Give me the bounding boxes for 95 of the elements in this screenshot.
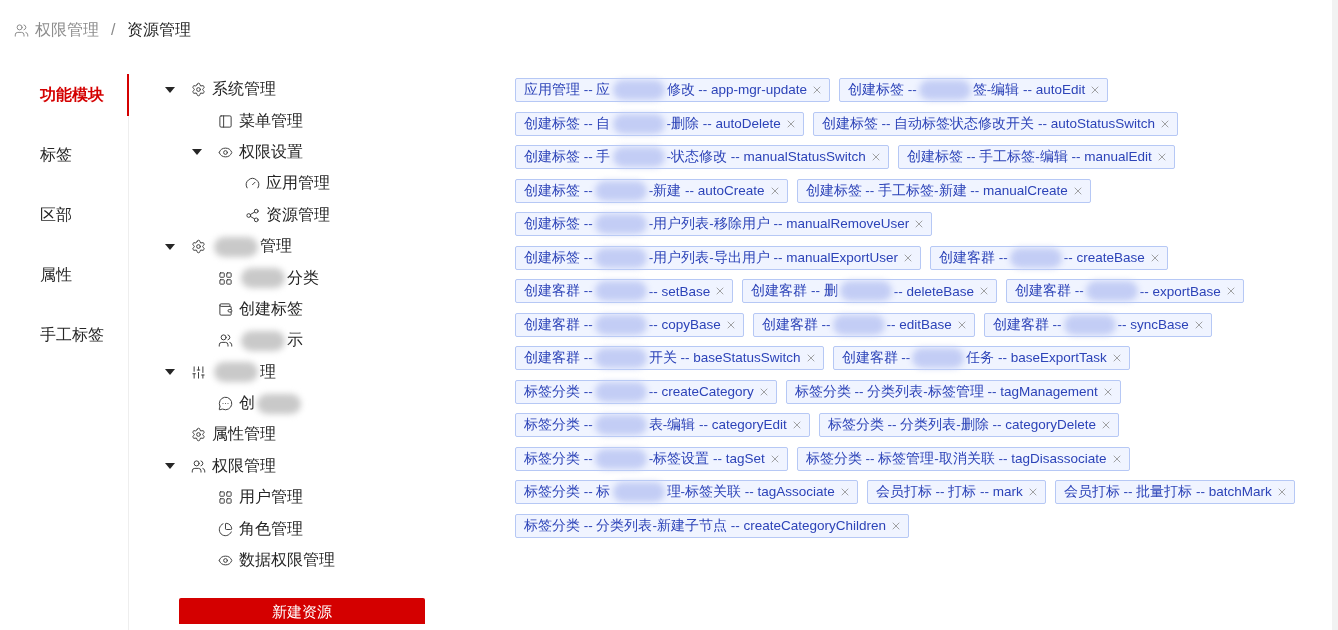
eye-icon bbox=[218, 553, 233, 569]
tag-label: -- exportBase bbox=[1139, 283, 1221, 299]
tag-label: 标签分类 -- 标 bbox=[524, 483, 611, 501]
tree-node-label[interactable]: 创 bbox=[239, 393, 255, 415]
gear-icon bbox=[191, 239, 206, 255]
new-resource-button[interactable]: 新建资源 bbox=[179, 598, 425, 625]
tag-label: -- syncBase bbox=[1117, 317, 1189, 332]
pie-chart-icon bbox=[218, 521, 233, 537]
grid-icon bbox=[218, 490, 233, 506]
tree-node-label[interactable]: 属性管理 bbox=[212, 424, 276, 446]
tag-label: 标签分类 -- 分类列表-新建子节点 -- createCategoryChildren bbox=[524, 516, 887, 535]
caret-icon[interactable] bbox=[192, 148, 202, 157]
tag-label: -- deleteBase bbox=[893, 283, 975, 299]
tree-node-label[interactable]: 管理 bbox=[260, 236, 292, 258]
tree-node-label[interactable]: 创建标签 bbox=[239, 298, 303, 320]
caret-icon[interactable] bbox=[165, 368, 175, 377]
tag-label: 创建客群 -- bbox=[992, 315, 1062, 334]
side-tab[interactable]: 属性 bbox=[0, 254, 129, 296]
tag-label: 表-编辑 -- categoryEdit bbox=[648, 416, 787, 434]
tag-label: 标签分类 -- 分类列表-标签管理 -- tagManagement bbox=[794, 382, 1098, 401]
tag-label: 应用管理 -- 应 bbox=[524, 81, 611, 99]
tag-label: 理-标签关联 -- tagAssociate bbox=[666, 483, 835, 501]
tag-label: 创建标签 -- bbox=[524, 215, 593, 233]
tree-node-label[interactable]: 数据权限管理 bbox=[239, 550, 335, 572]
breadcrumb-separator: / bbox=[111, 21, 116, 39]
tag-label: 创建标签 -- 手 bbox=[524, 148, 611, 166]
sliders-icon bbox=[191, 364, 206, 380]
tag-label: 会员打标 -- 打标 -- mark bbox=[875, 483, 1023, 501]
grid-icon bbox=[218, 270, 233, 286]
gear-icon bbox=[191, 82, 206, 98]
share-icon bbox=[245, 207, 260, 223]
tree-node-label[interactable]: 示 bbox=[287, 330, 303, 352]
side-tab[interactable]: 功能模块 bbox=[0, 74, 129, 116]
tag-label: 创建标签 -- 手工标签-新建 -- manualCreate bbox=[805, 181, 1068, 200]
tag-label: 标签分类 -- 标签管理-取消关联 -- tagDisassociate bbox=[805, 449, 1107, 468]
tag-label: 会员打标 -- 批量打标 -- batchMark bbox=[1063, 483, 1272, 501]
tag-label: 创建客群 -- bbox=[524, 282, 593, 300]
tree-node-label[interactable]: 分类 bbox=[287, 267, 319, 289]
side-tab[interactable]: 标签 bbox=[0, 134, 129, 176]
tag-label: -用户列表-移除用户 -- manualRemoveUser bbox=[648, 215, 910, 233]
tag-label: 任务 -- baseExportTask bbox=[966, 349, 1107, 367]
tag-label: 创建标签 -- bbox=[524, 181, 593, 200]
tag-label: 创建标签 -- 自 bbox=[524, 114, 611, 133]
side-tab[interactable]: 区部 bbox=[0, 194, 129, 236]
tree-node-label[interactable]: 系统管理 bbox=[212, 79, 276, 101]
breadcrumb-link[interactable]: 资源管理 bbox=[127, 19, 192, 41]
tag-label: 标签分类 -- bbox=[524, 382, 593, 401]
tag-label: -用户列表-导出用户 -- manualExportUser bbox=[648, 248, 899, 267]
tag-label: 创建客群 -- bbox=[841, 349, 911, 367]
tree-node-label[interactable]: 菜单管理 bbox=[239, 110, 303, 132]
users-icon bbox=[14, 22, 29, 38]
tree-node-label[interactable]: 用户管理 bbox=[239, 487, 303, 509]
tag-label: -- editBase bbox=[886, 317, 952, 332]
wallet-icon bbox=[218, 301, 233, 317]
tag-label: 创建标签 -- bbox=[848, 81, 917, 99]
tag-label: 创建客群 -- bbox=[524, 349, 593, 367]
tag-label: -新建 -- autoCreate bbox=[648, 181, 765, 200]
tag-label: -- setBase bbox=[648, 283, 711, 299]
tag-label: -- createBase bbox=[1063, 250, 1145, 265]
tag-label: 修改 -- app-mgr-update bbox=[666, 81, 808, 99]
chat-bubble-icon bbox=[218, 396, 233, 412]
tag-label: 创建客群 -- bbox=[524, 315, 593, 334]
tag-label: 标签分类 -- 分类列表-删除 -- categoryDelete bbox=[827, 416, 1097, 434]
tree-node-label[interactable]: 理 bbox=[260, 361, 276, 383]
users-icon bbox=[191, 458, 206, 474]
caret-icon[interactable] bbox=[165, 242, 175, 251]
caret-icon[interactable] bbox=[165, 462, 175, 471]
tag-label: 签-编辑 -- autoEdit bbox=[972, 81, 1086, 99]
tag-label: 创建客群 -- bbox=[1015, 282, 1084, 300]
eye-icon bbox=[218, 144, 233, 160]
tag-label: 创建客群 -- bbox=[761, 315, 831, 334]
tag-label: 开关 -- baseStatusSwitch bbox=[648, 349, 801, 367]
tag-label: 标签分类 -- bbox=[524, 449, 593, 468]
users-icon bbox=[218, 333, 233, 349]
panel-icon bbox=[218, 113, 233, 129]
tag-label: -删除 -- autoDelete bbox=[666, 114, 781, 133]
tree-node-label[interactable]: 角色管理 bbox=[239, 518, 303, 540]
tag-label: -- copyBase bbox=[648, 317, 721, 332]
tag-label: 创建标签 -- bbox=[524, 248, 593, 267]
tree-node-label[interactable]: 资源管理 bbox=[266, 204, 330, 226]
breadcrumb-link[interactable]: 权限管理 bbox=[35, 19, 99, 41]
tag-label: 创建标签 -- 手工标签-编辑 -- manualEdit bbox=[906, 148, 1152, 166]
gear-icon bbox=[191, 427, 206, 443]
tag-label: -- createCategory bbox=[648, 384, 754, 399]
tag-label: -状态修改 -- manualStatusSwitch bbox=[666, 148, 866, 166]
tag-label: 标签分类 -- bbox=[524, 416, 593, 434]
tag-label: 创建标签 -- 自动标签状态修改开关 -- autoStatusSwitch bbox=[821, 114, 1156, 133]
caret-icon[interactable] bbox=[165, 85, 175, 94]
tag-label: -标签设置 -- tagSet bbox=[648, 449, 765, 468]
tree-node-label[interactable]: 应用管理 bbox=[266, 173, 330, 195]
tag-label: 创建客群 -- 删 bbox=[751, 282, 838, 300]
tree-node-label[interactable]: 权限设置 bbox=[239, 141, 303, 163]
tree-node-label[interactable]: 权限管理 bbox=[212, 455, 276, 477]
side-tab[interactable]: 手工标签 bbox=[0, 314, 129, 356]
tag-label: 创建客群 -- bbox=[939, 248, 1008, 267]
